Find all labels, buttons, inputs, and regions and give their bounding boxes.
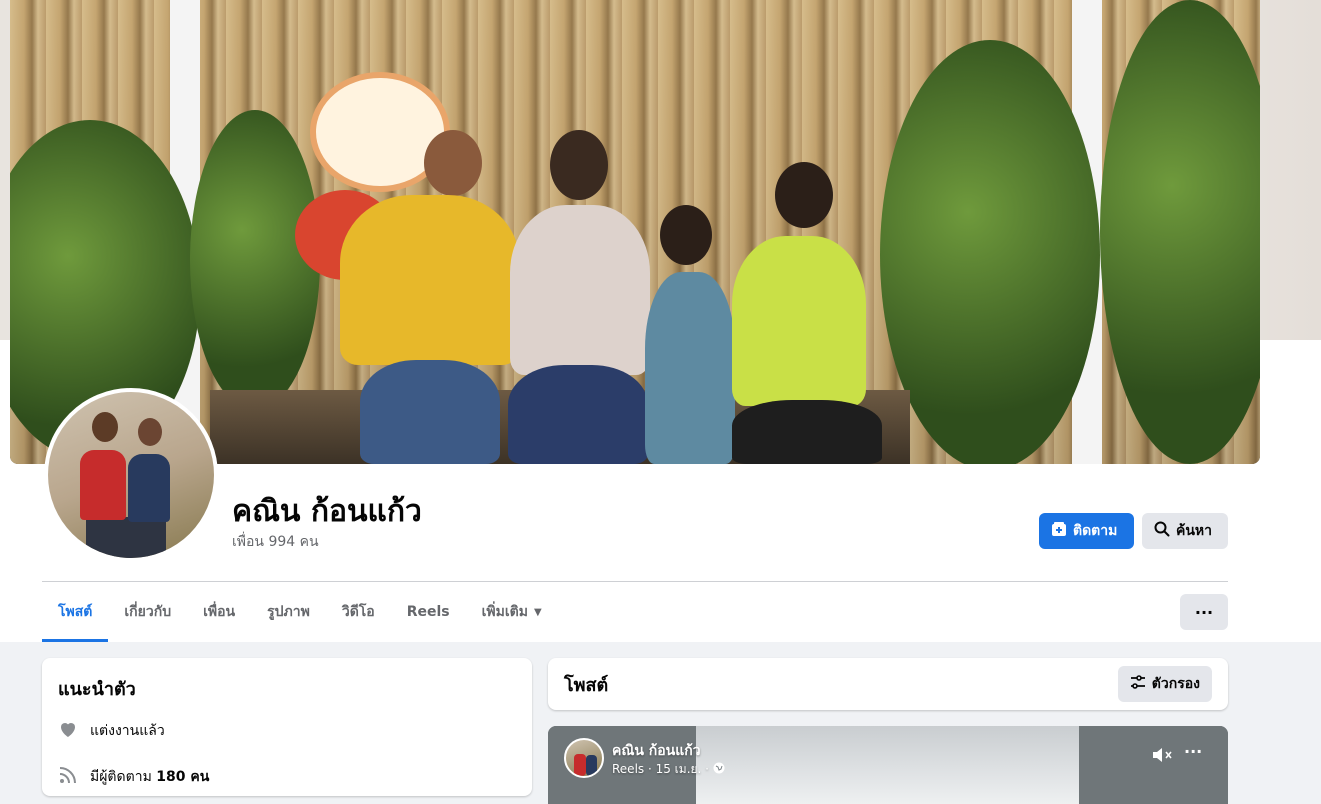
cover-person-4-head bbox=[775, 162, 833, 228]
intro-card: แนะนำตัว แต่งงานแล้ว มีผู้ติดตาม 180 คน bbox=[42, 658, 532, 796]
chevron-down-icon: ▼ bbox=[533, 606, 542, 618]
search-button[interactable]: ค้นหา bbox=[1142, 513, 1228, 549]
tab-about[interactable]: เกี่ยวกับ bbox=[108, 582, 187, 642]
relationship-row: แต่งงานแล้ว bbox=[58, 719, 516, 743]
cover-foliage-mid bbox=[190, 110, 320, 410]
cover-person-2-legs bbox=[508, 365, 648, 464]
filter-label: ตัวกรอง bbox=[1151, 676, 1200, 692]
tab-label: Reels bbox=[406, 604, 450, 620]
more-options-button[interactable]: ··· bbox=[1180, 594, 1228, 630]
rss-icon bbox=[58, 765, 78, 789]
reel-meta-text[interactable]: Reels · 15 เม.ย. · bbox=[612, 760, 709, 779]
tab-label: เกี่ยวกับ bbox=[124, 604, 172, 620]
tab-label: รูปภาพ bbox=[267, 604, 310, 620]
reel-author-name[interactable]: คณิน ก้อนแก้ว bbox=[612, 740, 701, 762]
intro-title: แนะนำตัว bbox=[58, 679, 136, 700]
cover-person-3-head bbox=[660, 205, 712, 265]
profile-tabs: โพสต์ เกี่ยวกับ เพื่อน รูปภาพ วิดีโอ Ree… bbox=[42, 582, 558, 642]
reel-more-button[interactable]: ··· bbox=[1184, 742, 1202, 761]
profile-name: คณิน ก้อนแก้ว bbox=[232, 494, 422, 529]
posts-title: โพสต์ bbox=[564, 674, 609, 696]
avatar-legs bbox=[86, 517, 166, 558]
tab-videos[interactable]: วิดีโอ bbox=[326, 582, 391, 642]
cover-person-4-shorts bbox=[732, 400, 882, 464]
filter-button[interactable]: ตัวกรอง bbox=[1117, 666, 1212, 702]
avatar-head-2 bbox=[138, 418, 162, 446]
mute-icon[interactable] bbox=[1152, 746, 1174, 768]
follow-button[interactable]: ติดตาม bbox=[1039, 513, 1134, 549]
cover-person-1-legs bbox=[360, 360, 500, 464]
profile-picture[interactable] bbox=[44, 388, 218, 562]
filter-icon bbox=[1130, 674, 1146, 694]
friend-count[interactable]: เพื่อน 994 คน bbox=[232, 531, 319, 553]
avatar bbox=[48, 392, 214, 558]
cover-person-3 bbox=[645, 272, 735, 464]
cover-person-1-head bbox=[424, 130, 482, 196]
cover-person-4 bbox=[732, 236, 866, 406]
relationship-status: แต่งงานแล้ว bbox=[90, 723, 165, 739]
followers-text: มีผู้ติดตาม 180 คน bbox=[90, 766, 209, 788]
cover-foliage-right bbox=[880, 40, 1100, 464]
tab-friends[interactable]: เพื่อน bbox=[187, 582, 251, 642]
tab-reels[interactable]: Reels bbox=[391, 582, 466, 642]
posts-header-card: โพสต์ ตัวกรอง bbox=[548, 658, 1228, 710]
tab-photos[interactable]: รูปภาพ bbox=[251, 582, 326, 642]
cover-person-2-head bbox=[550, 130, 608, 200]
cover-person-1 bbox=[340, 195, 520, 365]
tab-label: โพสต์ bbox=[58, 604, 93, 620]
tab-posts[interactable]: โพสต์ bbox=[42, 582, 109, 642]
search-icon bbox=[1154, 521, 1170, 541]
search-label: ค้นหา bbox=[1176, 523, 1213, 539]
avatar-person-2 bbox=[128, 454, 170, 522]
heart-icon bbox=[58, 719, 78, 743]
avatar-person-1 bbox=[80, 450, 126, 520]
reel-video-frame bbox=[696, 726, 1079, 804]
reel-meta: Reels · 15 เม.ย. · bbox=[612, 760, 725, 779]
cover-photo[interactable] bbox=[10, 0, 1260, 464]
follow-label: ติดตาม bbox=[1073, 523, 1118, 539]
followers-count[interactable]: 180 คน bbox=[156, 769, 209, 785]
tab-label: เพิ่มเติม bbox=[481, 604, 528, 620]
tab-label: วิดีโอ bbox=[341, 604, 375, 620]
globe-icon bbox=[713, 762, 725, 777]
avatar-head-1 bbox=[92, 412, 118, 442]
followers-prefix: มีผู้ติดตาม bbox=[90, 769, 152, 785]
reel-author-avatar[interactable] bbox=[564, 738, 604, 778]
reel-post[interactable]: คณิน ก้อนแก้ว Reels · 15 เม.ย. · ··· bbox=[548, 726, 1228, 804]
tab-label: เพื่อน bbox=[203, 604, 236, 620]
cover-person-2 bbox=[510, 205, 650, 375]
tab-more[interactable]: เพิ่มเติม ▼ bbox=[466, 582, 558, 642]
followers-row: มีผู้ติดตาม 180 คน bbox=[58, 765, 516, 789]
follow-icon bbox=[1051, 521, 1067, 541]
